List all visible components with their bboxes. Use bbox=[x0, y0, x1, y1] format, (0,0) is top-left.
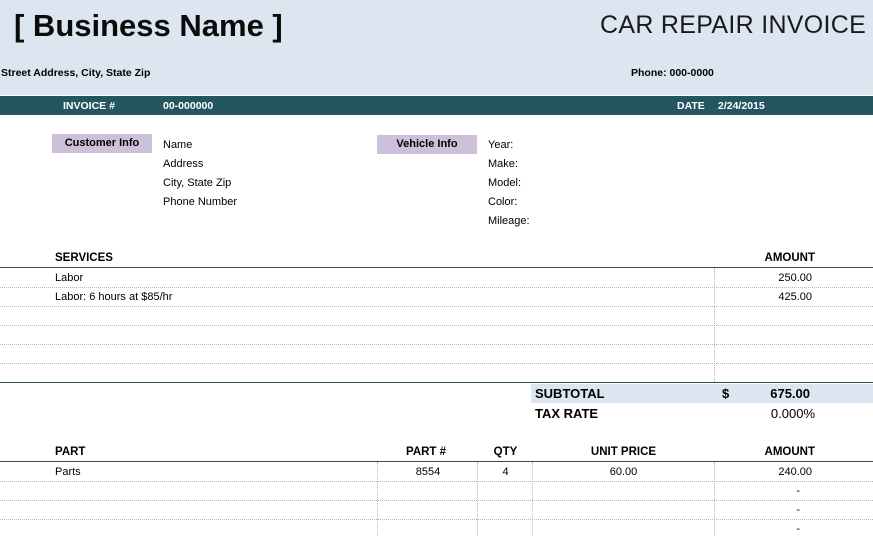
subtotal-value[interactable]: 675.00 bbox=[730, 386, 810, 401]
parts-header-part: PART bbox=[55, 446, 86, 458]
subtotal-currency: $ bbox=[722, 386, 730, 401]
customer-city-state-zip[interactable]: City, State Zip bbox=[163, 177, 231, 189]
services-header: SERVICES bbox=[55, 252, 113, 264]
part-row-1-number[interactable]: 8554 bbox=[378, 466, 478, 478]
vehicle-make[interactable]: Make: bbox=[488, 158, 518, 170]
row-divider bbox=[0, 519, 873, 520]
services-header-rule bbox=[0, 267, 873, 268]
part-row-2-amount[interactable]: - bbox=[730, 485, 800, 497]
invoice-number-value[interactable]: 00-000000 bbox=[163, 100, 213, 112]
business-name[interactable]: [ Business Name ] bbox=[14, 8, 283, 44]
parts-header-rule bbox=[0, 461, 873, 462]
parts-column-divider bbox=[532, 462, 533, 536]
customer-name[interactable]: Name bbox=[163, 139, 192, 151]
parts-header-part-number: PART # bbox=[406, 446, 447, 458]
part-row-3-amount[interactable]: - bbox=[730, 504, 800, 516]
customer-info-tag: Customer Info bbox=[52, 134, 152, 153]
row-divider bbox=[0, 481, 873, 482]
date-label: DATE bbox=[677, 100, 705, 112]
service-row-1-desc[interactable]: Labor bbox=[55, 272, 83, 284]
business-address[interactable]: Street Address, City, State Zip bbox=[1, 67, 150, 79]
part-row-1-qty[interactable]: 4 bbox=[478, 466, 533, 478]
vehicle-color[interactable]: Color: bbox=[488, 196, 517, 208]
customer-phone[interactable]: Phone Number bbox=[163, 196, 237, 208]
services-amount-header: AMOUNT bbox=[764, 252, 815, 264]
parts-header-qty: QTY bbox=[493, 446, 518, 458]
part-row-1-amount[interactable]: 240.00 bbox=[730, 466, 812, 478]
services-footer-rule bbox=[0, 382, 873, 383]
tax-rate-label: TAX RATE bbox=[535, 406, 599, 421]
invoice-title[interactable]: CAR REPAIR INVOICE bbox=[600, 11, 866, 40]
date-value[interactable]: 2/24/2015 bbox=[718, 100, 765, 112]
parts-header-unit-price: UNIT PRICE bbox=[590, 446, 657, 458]
parts-column-divider bbox=[477, 462, 478, 536]
invoice-number-label: INVOICE # bbox=[63, 100, 115, 112]
parts-column-divider bbox=[377, 462, 378, 536]
parts-column-divider bbox=[714, 462, 715, 536]
row-divider bbox=[0, 344, 873, 345]
tax-rate-value[interactable]: 0.000% bbox=[730, 406, 815, 421]
row-divider bbox=[0, 306, 873, 307]
part-row-4-amount[interactable]: - bbox=[730, 523, 800, 535]
parts-header-amount: AMOUNT bbox=[764, 446, 815, 458]
vehicle-year[interactable]: Year: bbox=[488, 139, 513, 151]
row-divider bbox=[0, 363, 873, 364]
service-row-2-desc[interactable]: Labor: 6 hours at $85/hr bbox=[55, 291, 172, 303]
part-row-1-unit-price[interactable]: 60.00 bbox=[533, 466, 714, 478]
part-row-1-name[interactable]: Parts bbox=[55, 466, 81, 478]
service-row-2-amount[interactable]: 425.00 bbox=[730, 291, 812, 303]
service-row-1-amount[interactable]: 250.00 bbox=[730, 272, 812, 284]
vehicle-info-tag: Vehicle Info bbox=[377, 135, 477, 154]
business-phone[interactable]: Phone: 000-0000 bbox=[631, 67, 714, 79]
customer-address[interactable]: Address bbox=[163, 158, 203, 170]
row-divider bbox=[0, 287, 873, 288]
vehicle-mileage[interactable]: Mileage: bbox=[488, 215, 530, 227]
vehicle-model[interactable]: Model: bbox=[488, 177, 521, 189]
row-divider bbox=[0, 325, 873, 326]
row-divider bbox=[0, 500, 873, 501]
subtotal-label: SUBTOTAL bbox=[535, 386, 605, 401]
services-column-divider bbox=[714, 268, 715, 382]
